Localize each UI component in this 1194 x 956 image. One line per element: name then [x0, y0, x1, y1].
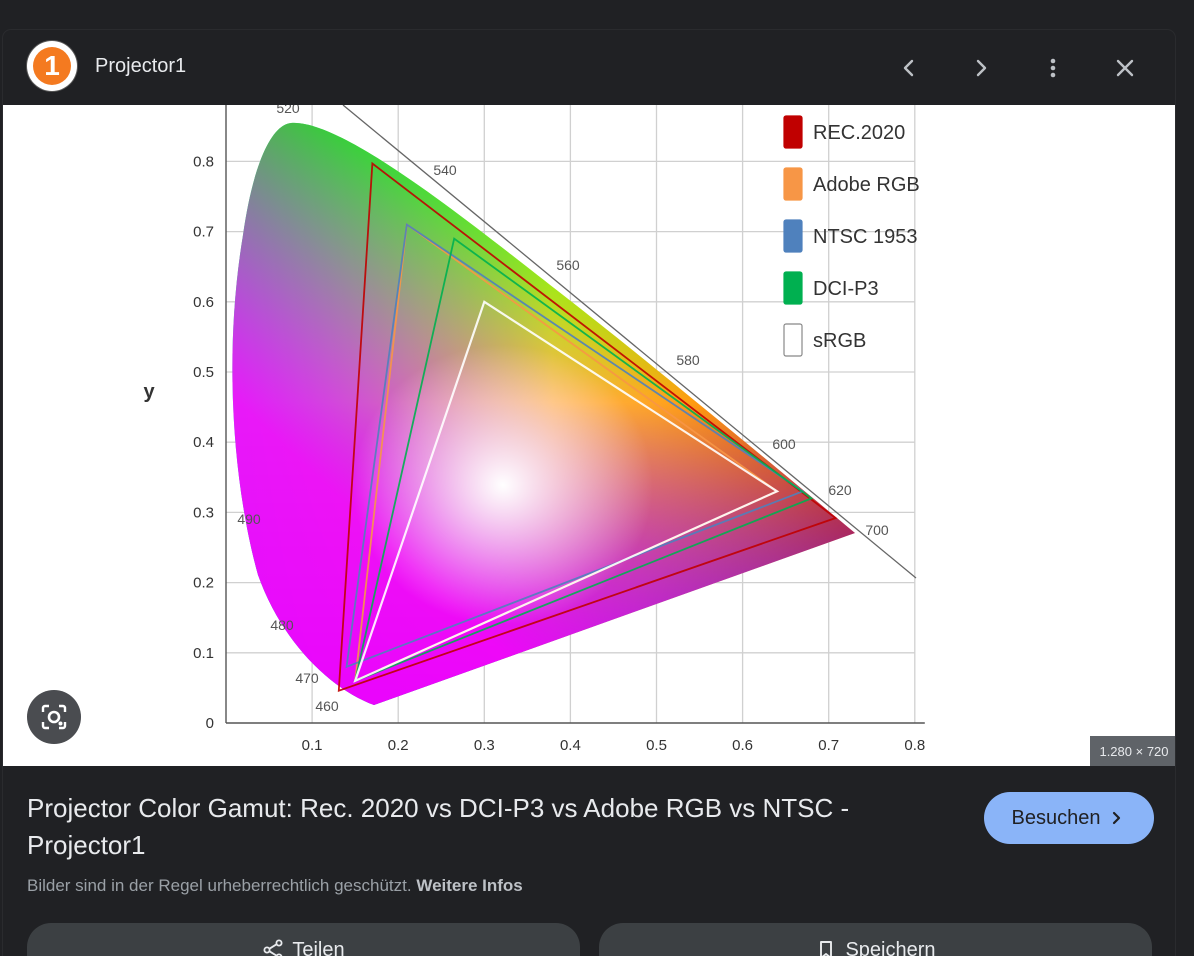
- close-icon: [1116, 59, 1134, 77]
- legend-swatch: [783, 167, 803, 201]
- legend-swatch: [783, 219, 803, 253]
- save-button[interactable]: Speichern: [599, 923, 1152, 956]
- more-info-link[interactable]: Weitere Infos: [416, 876, 522, 895]
- legend-swatch: [783, 271, 803, 305]
- preview-image[interactable]: 0.1 0.2 0.3 0.4 0.5 0.6 0.7 0.8 0 0.1 0.2 0.3 0.4 0.5…: [3, 100, 1175, 766]
- wavelength-label: 470: [295, 670, 319, 686]
- visit-label: Besuchen: [1011, 806, 1101, 829]
- legend-swatch: [783, 323, 803, 357]
- y-tick-label: 0: [206, 715, 214, 732]
- legend-label: sRGB: [813, 330, 866, 352]
- cie-chromaticity-chart: 0.1 0.2 0.3 0.4 0.5 0.6 0.7 0.8 0 0.1 0.2 0.3 0.4 0.5…: [143, 100, 925, 754]
- color-gamut-horseshoe: [232, 122, 856, 705]
- x-tick-label: 0.1: [302, 737, 323, 754]
- legend-label: Adobe RGB: [813, 174, 920, 196]
- wavelength-label: 560: [556, 257, 580, 273]
- site-logo[interactable]: 1: [27, 41, 77, 91]
- y-tick-label: 0.1: [193, 645, 214, 662]
- visit-button[interactable]: Besuchen: [984, 792, 1154, 844]
- legend-label: REC.2020: [813, 122, 905, 144]
- close-button[interactable]: [1105, 48, 1145, 88]
- x-tick-label: 0.5: [646, 737, 667, 754]
- previous-button[interactable]: [889, 48, 929, 88]
- y-tick-label: 0.6: [193, 294, 214, 311]
- legend-label: DCI-P3: [813, 278, 879, 300]
- wavelength-label: 580: [676, 352, 700, 368]
- chevron-left-icon: [903, 59, 914, 77]
- more-vert-icon: [1050, 58, 1056, 78]
- y-axis-label: y: [143, 381, 155, 403]
- wavelength-label: 460: [315, 698, 339, 714]
- site-name[interactable]: Projector1: [95, 55, 186, 78]
- x-tick-label: 0.6: [732, 737, 753, 754]
- wavelength-label: 620: [828, 482, 852, 498]
- image-preview-panel: 1 Projector1 0.1 0.2 0.3 0.4 0.5 0.6 0.7…: [3, 30, 1175, 956]
- legend-label: NTSC 1953: [813, 226, 918, 248]
- share-icon: [263, 939, 283, 956]
- x-tick-label: 0.3: [474, 737, 495, 754]
- wavelength-label: 520: [276, 105, 300, 116]
- image-title[interactable]: Projector Color Gamut: Rec. 2020 vs DCI-…: [27, 790, 927, 864]
- panel-header: 1 Projector1: [3, 30, 1175, 105]
- y-tick-label: 0.3: [193, 504, 214, 521]
- bookmark-icon: [820, 941, 833, 956]
- image-dimensions: 1.280 × 720: [1090, 736, 1175, 766]
- lens-search-icon: [41, 704, 67, 730]
- y-tick-label: 0.8: [193, 153, 214, 170]
- logo-mark: 1: [33, 47, 71, 85]
- wavelength-label: 480: [270, 617, 294, 633]
- x-tick-label: 0.4: [560, 737, 581, 754]
- wavelength-label: 540: [433, 162, 457, 178]
- share-label: Teilen: [292, 939, 345, 956]
- wavelength-label: 490: [237, 511, 261, 527]
- y-tick-label: 0.2: [193, 575, 214, 592]
- wavelength-label: 600: [772, 436, 796, 452]
- chevron-right-icon: [976, 59, 987, 77]
- y-tick-label: 0.4: [193, 434, 214, 451]
- more-options-button[interactable]: [1033, 48, 1073, 88]
- x-tick-label: 0.7: [818, 737, 839, 754]
- wavelength-label: 700: [865, 522, 889, 538]
- x-tick-label: 0.2: [388, 737, 409, 754]
- chevron-right-icon: [1113, 811, 1121, 825]
- share-button[interactable]: Teilen: [27, 923, 580, 956]
- chart-legend: REC.2020 Adobe RGB NTSC 1953 DCI-P3 sRGB: [783, 115, 920, 357]
- lens-search-button[interactable]: [27, 690, 81, 744]
- x-tick-label: 0.8: [904, 737, 925, 754]
- copyright-text: Bilder sind in der Regel urheberrechtlic…: [27, 876, 412, 895]
- y-tick-label: 0.5: [193, 364, 214, 381]
- legend-swatch: [783, 115, 803, 149]
- save-label: Speichern: [845, 939, 936, 956]
- y-tick-label: 0.7: [193, 224, 214, 241]
- next-button[interactable]: [961, 48, 1001, 88]
- copyright-notice: Bilder sind in der Regel urheberrechtlic…: [27, 876, 523, 896]
